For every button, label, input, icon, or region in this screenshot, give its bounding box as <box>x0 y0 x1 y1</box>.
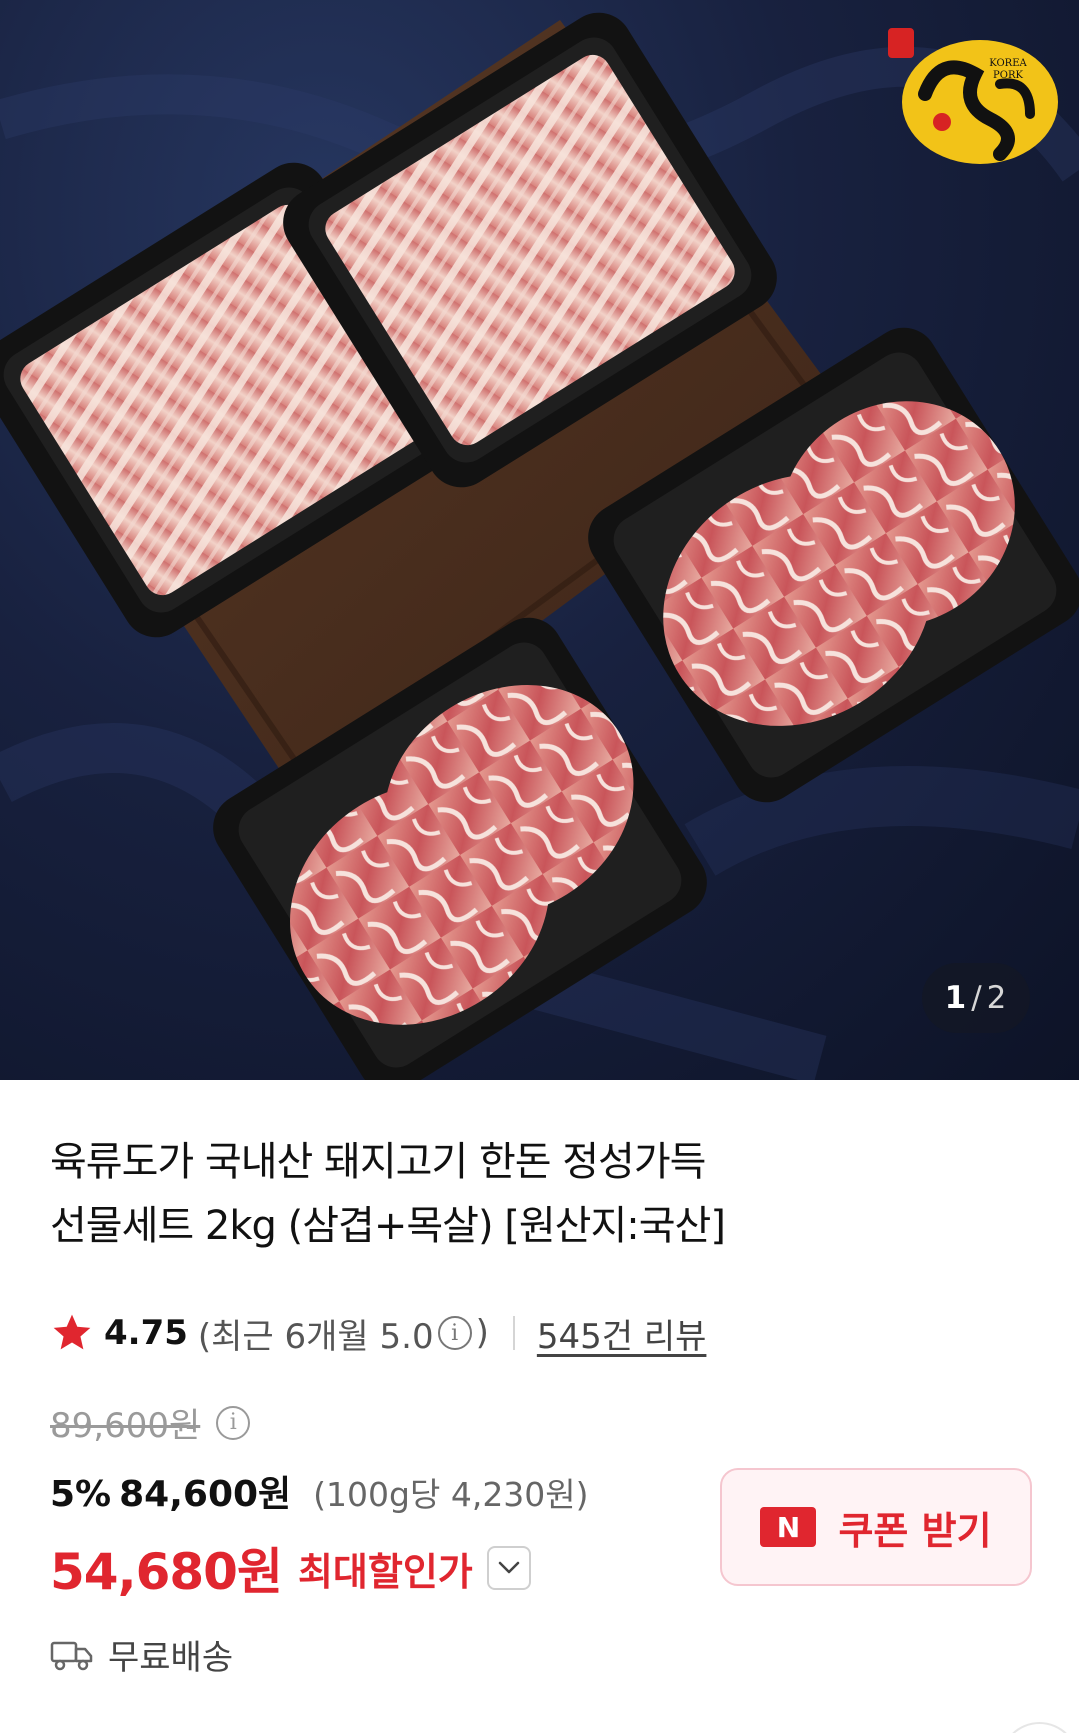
unit-price: (100g당 4,230원) <box>313 1475 589 1514</box>
recent-rating-text: (최근 6개월 5.0 <box>197 1316 434 1357</box>
product-image-gallery[interactable]: KOREA PORK 1 / 2 <box>0 0 1079 1080</box>
shipping-label: 무료배송 <box>108 1638 234 1678</box>
sale-price: 84,600원 <box>119 1474 292 1515</box>
svg-text:KOREA: KOREA <box>989 58 1027 69</box>
naver-pay-icon: N <box>760 1507 817 1547</box>
recent-rating-close: ) <box>475 1313 489 1353</box>
max-discount-label: 최대할인가 <box>297 1549 473 1594</box>
svg-text:PORK: PORK <box>993 70 1023 81</box>
image-page-counter: 1 / 2 <box>922 963 1030 1033</box>
product-title-line-2: 선물세트 2kg (삼겹+목살) [원산지:국산] <box>50 1203 726 1249</box>
original-price-row: 89,600원 i <box>50 1398 254 1447</box>
shipping-row: 무료배송 <box>50 1630 233 1679</box>
max-discount-row: 54,680원 최대할인가 <box>50 1532 531 1604</box>
discount-rate: 5% <box>50 1474 112 1515</box>
rating-score: 4.75 <box>104 1313 188 1353</box>
coupon-button-label: 쿠폰 받기 <box>838 1508 992 1553</box>
original-price: 89,600원 <box>50 1406 201 1446</box>
rating-row: 4.75 (최근 6개월 5.0 i ) 545건 리뷰 <box>50 1308 706 1358</box>
product-title: 육류도가 국내산 돼지고기 한돈 정성가득 선물세트 2kg (삼겹+목살) [… <box>50 1130 1010 1258</box>
product-title-line-1: 육류도가 국내산 돼지고기 한돈 정성가득 <box>50 1139 706 1185</box>
page-separator: / <box>971 980 983 1016</box>
review-count-link[interactable]: 545건 리뷰 <box>537 1309 707 1358</box>
star-icon <box>53 1314 91 1350</box>
recent-rating: (최근 6개월 5.0 i ) <box>198 1309 489 1358</box>
brand-logo: KOREA PORK <box>888 28 1058 164</box>
max-discount-dropdown-button[interactable] <box>486 1546 531 1590</box>
divider <box>512 1316 515 1350</box>
scroll-hint <box>1000 1722 1079 1733</box>
truck-icon <box>50 1641 93 1670</box>
sale-price-row: 5% 84,600원 (100g당 4,230원) <box>50 1465 589 1517</box>
max-discount-price: 54,680원 <box>50 1543 283 1601</box>
info-icon[interactable]: i <box>437 1316 472 1350</box>
coupon-button[interactable]: N 쿠폰 받기 <box>720 1468 1032 1586</box>
price-info-icon[interactable]: i <box>216 1405 251 1440</box>
chevron-down-icon <box>498 1561 520 1574</box>
total-pages: 2 <box>986 980 1008 1016</box>
current-page: 1 <box>944 980 968 1016</box>
